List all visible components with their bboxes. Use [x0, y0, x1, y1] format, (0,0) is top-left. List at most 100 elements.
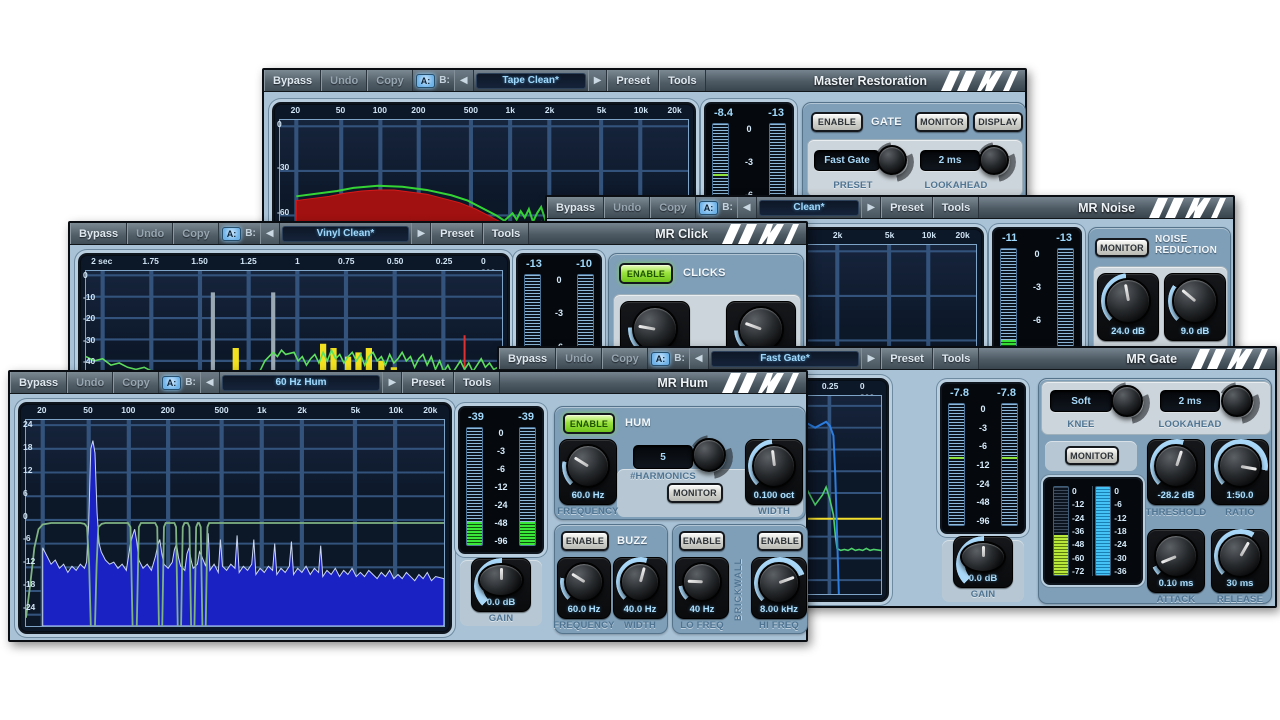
next-preset-button[interactable]: ▶	[411, 223, 431, 244]
gate-preset-display[interactable]: Fast Gate	[814, 150, 880, 171]
gate-monitor-button[interactable]: MONITOR	[915, 112, 969, 132]
tools-menu-button[interactable]: Tools	[659, 70, 706, 91]
prev-preset-button[interactable]: ◀	[689, 348, 709, 369]
next-preset-button[interactable]: ▶	[861, 348, 881, 369]
prev-preset-button[interactable]: ◀	[454, 70, 474, 91]
knob-dial[interactable]	[1218, 534, 1262, 578]
harmonics-display[interactable]: 5	[633, 445, 693, 469]
knob-dial[interactable]	[960, 541, 1006, 573]
gain-knob[interactable]: 0.0 dB	[471, 558, 531, 612]
brickwall-lo-enable-button[interactable]: ENABLE	[679, 531, 725, 551]
knob-dial[interactable]	[564, 562, 604, 602]
preset-name-field[interactable]: Clean*	[759, 200, 860, 216]
undo-button[interactable]: Undo	[556, 348, 602, 369]
preset-name-field[interactable]: Fast Gate*	[711, 351, 860, 367]
knob-dial[interactable]	[752, 444, 796, 488]
buzz-frequency-knob[interactable]: 60.0 Hz	[557, 557, 611, 619]
buzz-width-knob[interactable]: 40.0 Hz	[613, 557, 667, 619]
threshold-knob[interactable]: -28.2 dB	[1147, 439, 1205, 505]
knob-dial[interactable]	[758, 562, 800, 604]
preset-name-field[interactable]: Tape Clean*	[476, 73, 586, 89]
knob-dial[interactable]	[1154, 534, 1198, 578]
knob-dial[interactable]	[877, 145, 907, 175]
copy-button[interactable]: Copy	[367, 70, 413, 91]
knob-dial[interactable]	[682, 562, 722, 602]
undo-button[interactable]: Undo	[127, 223, 173, 244]
bypass-button[interactable]: Bypass	[70, 223, 127, 244]
gate-preset-knob[interactable]	[876, 144, 912, 180]
toolbar[interactable]: Bypass Undo Copy A: B: ◀ Tape Clean* ▶ P…	[264, 70, 1025, 92]
copy-button[interactable]: Copy	[173, 223, 219, 244]
undo-button[interactable]: Undo	[321, 70, 367, 91]
toolbar[interactable]: Bypass Undo Copy A: B: ◀ Fast Gate* ▶ Pr…	[499, 348, 1275, 370]
ab-compare-button[interactable]: A:	[699, 201, 719, 215]
tools-menu-button[interactable]: Tools	[933, 197, 980, 218]
preset-menu-button[interactable]: Preset	[881, 197, 933, 218]
hum-frequency-knob[interactable]: 60.0 Hz	[559, 439, 617, 505]
tools-menu-button[interactable]: Tools	[933, 348, 980, 369]
knob-dial[interactable]	[692, 438, 726, 472]
bypass-button[interactable]: Bypass	[264, 70, 321, 91]
knob-dial[interactable]	[1172, 278, 1218, 324]
knob-dial[interactable]	[1221, 385, 1253, 417]
prev-preset-button[interactable]: ◀	[737, 197, 757, 218]
preset-menu-button[interactable]: Preset	[431, 223, 483, 244]
brickwall-hi-enable-button[interactable]: ENABLE	[757, 531, 803, 551]
preset-name-field[interactable]: Vinyl Clean*	[282, 226, 410, 242]
tools-menu-button[interactable]: Tools	[483, 223, 530, 244]
lookahead-display[interactable]: 2 ms	[1160, 390, 1220, 412]
undo-button[interactable]: Undo	[67, 372, 113, 393]
monitor-button[interactable]: MONITOR	[1065, 446, 1119, 465]
ab-compare-button[interactable]: A:	[416, 74, 436, 88]
next-preset-button[interactable]: ▶	[382, 372, 402, 393]
undo-button[interactable]: Undo	[604, 197, 650, 218]
hum-monitor-button[interactable]: MONITOR	[667, 483, 723, 503]
knee-knob[interactable]	[1110, 384, 1148, 422]
lookahead-knob[interactable]	[1220, 384, 1258, 422]
prev-preset-button[interactable]: ◀	[200, 372, 220, 393]
gate-lookahead-knob[interactable]	[978, 144, 1014, 180]
gate-lookahead-display[interactable]: 2 ms	[920, 150, 980, 171]
knob-dial[interactable]	[620, 562, 660, 602]
monitor-button[interactable]: MONITOR	[1095, 238, 1149, 257]
copy-button[interactable]: Copy	[650, 197, 696, 218]
bypass-button[interactable]: Bypass	[547, 197, 604, 218]
ab-compare-button[interactable]: A:	[651, 352, 671, 366]
knob-dial[interactable]	[1105, 278, 1151, 324]
toolbar[interactable]: Bypass Undo Copy A: B: ◀ Clean* ▶ Preset…	[547, 197, 1233, 219]
knob-dial[interactable]	[979, 145, 1009, 175]
ab-compare-button[interactable]: A:	[162, 376, 182, 390]
preset-menu-button[interactable]: Preset	[881, 348, 933, 369]
ab-compare-button[interactable]: A:	[222, 227, 242, 241]
knob-dial[interactable]	[1154, 444, 1198, 488]
brickwall-hi-knob[interactable]: 8.00 kHz	[751, 557, 807, 619]
ratio-knob[interactable]: 1:50.0	[1211, 439, 1269, 505]
hum-enable-button[interactable]: ENABLE	[563, 413, 615, 434]
next-preset-button[interactable]: ▶	[588, 70, 608, 91]
knob-dial[interactable]	[566, 444, 610, 488]
copy-button[interactable]: Copy	[113, 372, 159, 393]
gain-knob[interactable]: 0.0 dB	[953, 536, 1013, 588]
toolbar[interactable]: Bypass Undo Copy A: B: ◀ 60 Hz Hum ▶ Pre…	[10, 372, 806, 394]
preset-name-field[interactable]: 60 Hz Hum	[222, 375, 381, 391]
buzz-enable-button[interactable]: ENABLE	[561, 531, 609, 551]
copy-button[interactable]: Copy	[602, 348, 648, 369]
preset-menu-button[interactable]: Preset	[402, 372, 454, 393]
amount-knob[interactable]: 24.0 dB	[1097, 273, 1159, 341]
threshold-knob[interactable]: 9.0 dB	[1164, 273, 1226, 341]
knob-dial[interactable]	[1218, 444, 1262, 488]
next-preset-button[interactable]: ▶	[861, 197, 881, 218]
hum-width-knob[interactable]: 0.100 oct	[745, 439, 803, 505]
attack-knob[interactable]: 0.10 ms	[1147, 529, 1205, 593]
gate-enable-button[interactable]: ENABLE	[811, 112, 863, 132]
prev-preset-button[interactable]: ◀	[260, 223, 280, 244]
brickwall-lo-knob[interactable]: 40 Hz	[675, 557, 729, 619]
clicks-enable-button[interactable]: ENABLE	[619, 263, 673, 284]
knob-dial[interactable]	[478, 563, 524, 597]
release-knob[interactable]: 30 ms	[1211, 529, 1269, 593]
tools-menu-button[interactable]: Tools	[454, 372, 501, 393]
bypass-button[interactable]: Bypass	[10, 372, 67, 393]
toolbar[interactable]: Bypass Undo Copy A: B: ◀ Vinyl Clean* ▶ …	[70, 223, 806, 245]
knee-display[interactable]: Soft	[1050, 390, 1112, 412]
gate-display-button[interactable]: DISPLAY	[973, 112, 1023, 132]
